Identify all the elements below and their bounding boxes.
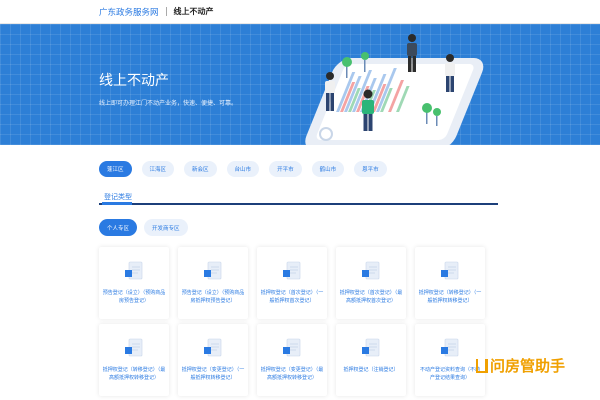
service-card[interactable]: 抵押权登记（变更登记）（一般抵押权转移登记） [178, 324, 248, 396]
service-card[interactable]: 预告登记（设立）（预购商品房预告登记） [99, 247, 169, 319]
tab-personal-zone[interactable]: 个人专区 [99, 219, 138, 236]
watermark: 问房管助手 [476, 355, 565, 376]
region-tab-taishan[interactable]: 台山市 [226, 161, 260, 177]
document-icon [362, 338, 380, 357]
region-tab-xinhui[interactable]: 新会区 [184, 161, 217, 177]
service-card[interactable]: 抵押权登记（首次登记）（一般抵押权首次登记） [257, 247, 327, 319]
hero-banner: 线上不动产 线上即可办理江门不动产业务，快速、便捷、可靠。 [0, 24, 600, 145]
section-divider [99, 203, 498, 205]
region-tabs: 蓬江区 江海区 新会区 台山市 开平市 鹤山市 恩平市 [99, 161, 387, 177]
zone-tabs: 个人专区 开发商专区 [99, 219, 188, 236]
section-divider-accent [102, 202, 132, 205]
service-card[interactable]: 不动产登记资料查询（不动产登记结果查询） [415, 324, 485, 396]
document-icon [362, 261, 380, 280]
service-card[interactable]: 抵押权登记（注销登记） [336, 324, 406, 396]
site-name-link[interactable]: 广东政务服务网 [99, 6, 159, 18]
service-card-label: 抵押权登记（转移登记）（一般抵押权转移登记） [418, 290, 482, 304]
service-card-label: 预告登记（设立）（预购商品房预告登记） [102, 290, 166, 304]
region-tab-heshan[interactable]: 鹤山市 [311, 161, 345, 177]
region-tab-kaiping[interactable]: 开平市 [269, 161, 302, 177]
document-icon [204, 338, 222, 357]
service-card-label: 抵押权登记（变更登记）（一般抵押权转移登记） [181, 367, 245, 381]
service-card[interactable]: 抵押权登记（首次登记）（最高额抵押权首次登记） [336, 247, 406, 319]
document-icon [125, 261, 143, 280]
watermark-logo-icon [476, 358, 488, 373]
document-icon [441, 338, 459, 357]
service-card[interactable]: 抵押权登记（转移登记）（最高额抵押权转移登记） [99, 324, 169, 396]
tab-developer-zone[interactable]: 开发商专区 [144, 219, 188, 236]
service-card[interactable]: 抵押权登记（转移登记）（一般抵押权转移登记） [415, 247, 485, 319]
banner-subtitle: 线上即可办理江门不动产业务，快速、便捷、可靠。 [99, 100, 238, 107]
header-separator [165, 7, 167, 16]
service-card-label: 抵押权登记（注销登记） [343, 367, 399, 373]
section-title: 登记类型 [104, 193, 132, 201]
service-card-label: 抵押权登记（转移登记）（最高额抵押权转移登记） [102, 367, 166, 381]
service-card-label: 抵押权登记（变更登记）（最高额抵押权转移登记） [260, 367, 324, 381]
banner-title: 线上不动产 [99, 73, 169, 89]
region-tab-enping[interactable]: 恩平市 [354, 161, 387, 177]
page-name: 线上不动产 [173, 7, 214, 16]
region-tab-pengjiang[interactable]: 蓬江区 [99, 161, 132, 177]
document-icon [441, 261, 459, 280]
watermark-text: 问房管助手 [490, 357, 566, 375]
top-bar: 广东政务服务网 线上不动产 [0, 0, 600, 24]
document-icon [283, 338, 301, 357]
region-tab-jianghai[interactable]: 江海区 [141, 161, 175, 177]
service-card-label: 抵押权登记（首次登记）（一般抵押权首次登记） [260, 290, 324, 304]
document-icon [204, 261, 222, 280]
service-card[interactable]: 抵押权登记（变更登记）（最高额抵押权转移登记） [257, 324, 327, 396]
phone-people-illustration-icon [305, 34, 484, 145]
service-card[interactable]: 预告登记（设立）（预购商品房抵押权预告登记） [178, 247, 248, 319]
service-card-label: 抵押权登记（首次登记）（最高额抵押权首次登记） [339, 290, 403, 304]
document-icon [125, 338, 143, 357]
service-card-label: 预告登记（设立）（预购商品房抵押权预告登记） [181, 290, 245, 304]
service-card-label: 不动产登记资料查询（不动产登记结果查询） [419, 367, 480, 381]
document-icon [283, 261, 301, 280]
